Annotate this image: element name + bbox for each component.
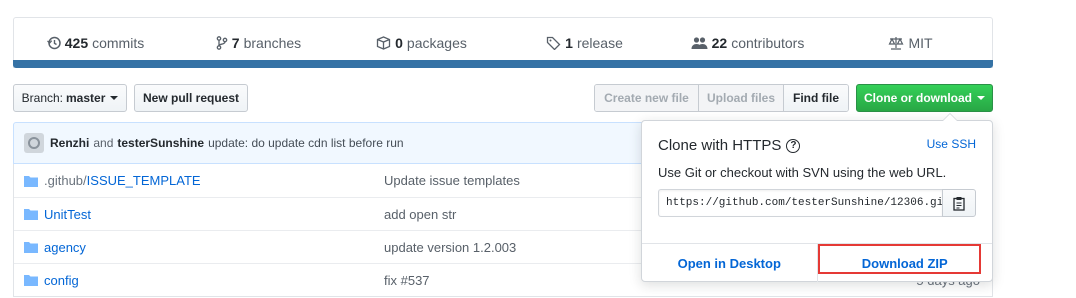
commit-message-link[interactable]: add open str	[384, 207, 456, 222]
clone-button-label: Clone or download	[864, 91, 972, 105]
create-new-file-button[interactable]: Create new file	[595, 85, 699, 111]
contributors-count: 22	[711, 35, 728, 51]
releases-count: 1	[565, 35, 573, 51]
file-name: UnitTest	[44, 206, 91, 222]
package-icon	[376, 36, 391, 50]
highlight-box	[817, 244, 981, 274]
branches-count: 7	[231, 35, 240, 51]
people-icon	[691, 37, 708, 49]
license-label: MIT	[908, 35, 933, 51]
clone-or-download-button[interactable]: Clone or download	[856, 84, 993, 112]
tag-icon	[546, 36, 561, 50]
copy-url-button[interactable]	[942, 189, 976, 217]
folder-icon	[24, 175, 40, 187]
file-name-link[interactable]: config	[44, 273, 384, 288]
packages-label: packages	[406, 35, 467, 51]
file-path-prefix: .github/	[44, 173, 87, 188]
file-name-link[interactable]: UnitTest	[44, 207, 384, 222]
clipboard-icon	[953, 196, 965, 211]
clone-popover: Clone with HTTPS ? Use SSH Use Git or ch…	[641, 113, 993, 282]
branches-label: branches	[243, 35, 302, 51]
commits-count: 425	[64, 35, 89, 51]
open-in-desktop-button[interactable]: Open in Desktop	[642, 244, 818, 282]
folder-icon	[24, 208, 40, 220]
commits-label: commits	[92, 35, 145, 51]
use-ssh-link[interactable]: Use SSH	[927, 137, 976, 151]
clone-popover-title: Clone with HTTPS	[658, 137, 782, 154]
file-name-link[interactable]: .github/ISSUE_TEMPLATE	[44, 173, 384, 188]
folder-icon	[24, 274, 40, 286]
download-zip-button[interactable]: Download ZIP	[817, 244, 993, 282]
commit-author-2[interactable]: testerSunshine	[117, 136, 204, 150]
commit-and-text: and	[93, 136, 114, 150]
clone-description: Use Git or checkout with SVN using the w…	[658, 165, 947, 180]
new-pull-request-button[interactable]: New pull request	[134, 84, 248, 112]
clone-url-input[interactable]: https://github.com/testerSunshine/12306.…	[658, 189, 942, 217]
upload-files-button[interactable]: Upload files	[699, 85, 784, 111]
file-name: agency	[44, 239, 86, 255]
find-file-button[interactable]: Find file	[784, 85, 848, 111]
folder-icon	[24, 241, 40, 253]
file-actions-group: Create new file Upload files Find file	[594, 84, 849, 112]
clone-popover-header: Clone with HTTPS ?	[658, 137, 801, 154]
caret-down-icon	[977, 96, 985, 100]
question-icon[interactable]: ?	[786, 138, 801, 153]
commit-message-link[interactable]: update version 1.2.003	[384, 240, 516, 255]
commit-author-1[interactable]: Renzhi	[50, 136, 89, 150]
git-branch-icon	[216, 36, 228, 50]
commit-message[interactable]: update: do update cdn list before run	[208, 136, 403, 150]
contributors-label: contributors	[731, 35, 805, 51]
commit-message-link[interactable]: fix #537	[384, 273, 430, 288]
releases-label: release	[576, 35, 623, 51]
file-name: ISSUE_TEMPLATE	[86, 173, 201, 188]
clone-url-group: https://github.com/testerSunshine/12306.…	[658, 189, 976, 217]
clone-popover-footer: Open in Desktop Download ZIP	[642, 243, 992, 282]
branch-prefix: Branch:	[21, 91, 63, 105]
avatar[interactable]	[24, 133, 44, 153]
law-icon	[888, 37, 904, 50]
history-icon	[46, 36, 61, 50]
commit-message-link[interactable]: Update issue templates	[384, 173, 520, 188]
branch-select-button[interactable]: Branch: master	[13, 84, 127, 112]
file-name: config	[44, 272, 79, 288]
caret-down-icon	[110, 96, 119, 100]
language-bar[interactable]	[13, 60, 993, 68]
file-name-link[interactable]: agency	[44, 240, 384, 255]
packages-count: 0	[395, 35, 403, 51]
branch-name: master	[66, 91, 106, 105]
